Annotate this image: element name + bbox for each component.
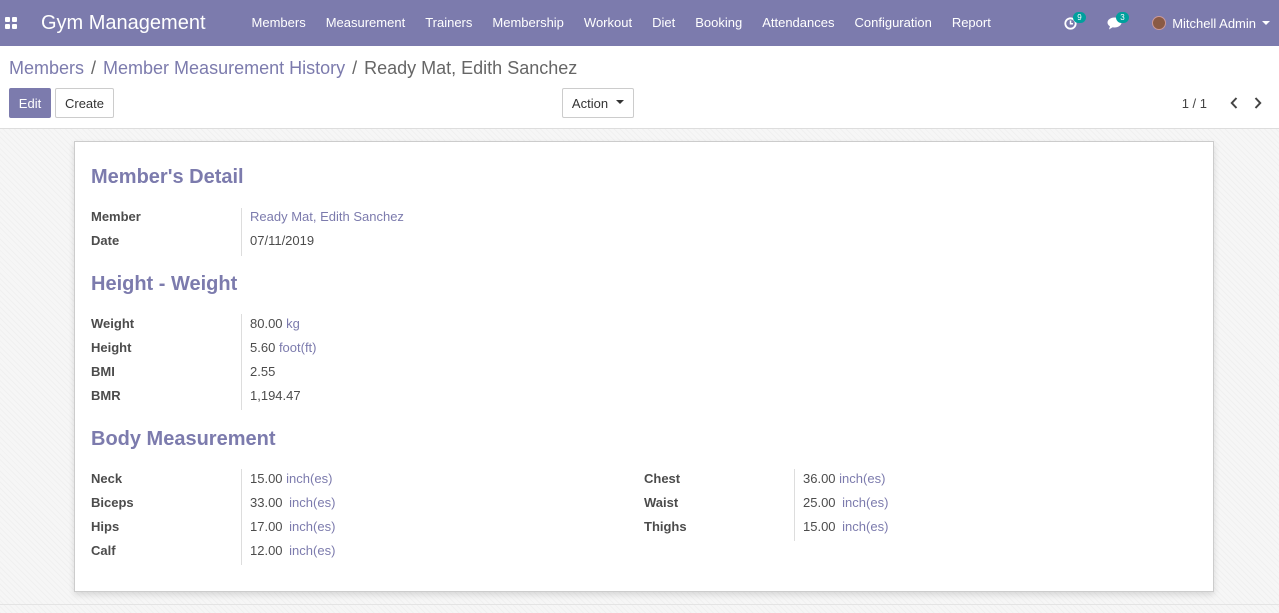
bmr-label: BMR	[91, 388, 121, 403]
section-title-members-detail: Member's Detail	[91, 166, 244, 188]
menu-item-report[interactable]: Report	[942, 0, 1001, 46]
action-dropdown[interactable]: Action	[562, 88, 634, 118]
pager: 1 / 1	[1182, 94, 1267, 112]
hips-value: 17.00	[250, 519, 283, 534]
weight-label: Weight	[91, 316, 135, 331]
thighs-unit-link[interactable]: inch(es)	[842, 519, 888, 534]
height-value: 5.60	[250, 340, 276, 355]
biceps-value: 33.00	[250, 495, 283, 510]
breadcrumb-members[interactable]: Members	[9, 58, 84, 79]
menu-item-members[interactable]: Members	[242, 0, 316, 46]
calf-unit-link[interactable]: inch(es)	[289, 543, 335, 558]
waist-label: Waist	[644, 495, 679, 510]
weight-unit-link[interactable]: kg	[286, 316, 300, 331]
breadcrumb-current: Ready Mat, Edith Sanchez	[364, 58, 578, 78]
pager-next-button[interactable]	[1249, 94, 1267, 112]
biceps-unit-link[interactable]: inch(es)	[289, 495, 335, 510]
member-link[interactable]: Ready Mat, Edith Sanchez	[250, 209, 404, 224]
bmi-label: BMI	[91, 364, 115, 379]
height-unit-link[interactable]: foot(ft)	[279, 340, 317, 355]
neck-field: 15.00 inch(es)	[250, 471, 332, 486]
section-title-body-measurement: Body Measurement	[91, 428, 276, 450]
menu-item-configuration[interactable]: Configuration	[844, 0, 941, 46]
thighs-field: 15.00 inch(es)	[803, 519, 888, 534]
calf-value: 12.00	[250, 543, 283, 558]
create-button[interactable]: Create	[55, 88, 114, 118]
avatar	[1152, 16, 1167, 30]
weight-field: 80.00 kg	[250, 316, 300, 331]
bmi-value: 2.55	[250, 364, 276, 379]
chevron-right-icon	[1254, 97, 1262, 109]
breadcrumb: Members / Member Measurement History / R…	[9, 58, 577, 79]
main-menu: Members Measurement Trainers Membership …	[242, 0, 1001, 46]
activity-badge: 9	[1073, 12, 1086, 23]
chevron-left-icon	[1230, 97, 1238, 109]
messages-button[interactable]: 3	[1107, 0, 1129, 46]
calf-field: 12.00 inch(es)	[250, 543, 335, 558]
top-navbar: Gym Management Members Measurement Train…	[0, 0, 1279, 46]
biceps-label: Biceps	[91, 495, 134, 510]
neck-label: Neck	[91, 471, 123, 486]
neck-value: 15.00	[250, 471, 283, 486]
chest-label: Chest	[644, 471, 681, 486]
menu-item-measurement[interactable]: Measurement	[316, 0, 415, 46]
field-divider	[794, 469, 795, 541]
activity-button[interactable]: 9	[1064, 0, 1086, 46]
chest-value: 36.00	[803, 471, 836, 486]
edit-button[interactable]: Edit	[9, 88, 51, 118]
chest-unit-link[interactable]: inch(es)	[839, 471, 885, 486]
field-divider	[241, 469, 242, 565]
biceps-field: 33.00 inch(es)	[250, 495, 335, 510]
chest-field: 36.00 inch(es)	[803, 471, 885, 486]
member-label: Member	[91, 209, 141, 224]
calf-label: Calf	[91, 543, 116, 558]
menu-item-booking[interactable]: Booking	[685, 0, 752, 46]
height-field: 5.60 foot(ft)	[250, 340, 317, 355]
messages-badge: 3	[1116, 12, 1129, 23]
menu-item-diet[interactable]: Diet	[642, 0, 685, 46]
menu-item-trainers[interactable]: Trainers	[415, 0, 482, 46]
hips-label: Hips	[91, 519, 120, 534]
breadcrumb-separator: /	[352, 58, 358, 78]
date-value: 07/11/2019	[250, 233, 315, 248]
breadcrumb-separator: /	[91, 58, 97, 78]
hips-unit-link[interactable]: inch(es)	[289, 519, 335, 534]
pager-value[interactable]: 1 / 1	[1182, 96, 1207, 111]
waist-unit-link[interactable]: inch(es)	[842, 495, 888, 510]
menu-item-workout[interactable]: Workout	[574, 0, 642, 46]
menu-item-membership[interactable]: Membership	[482, 0, 574, 46]
form-sheet: Member's Detail Member Ready Mat, Edith …	[74, 141, 1214, 592]
waist-value: 25.00	[803, 495, 836, 510]
chevron-down-icon	[1262, 21, 1270, 25]
date-label: Date	[91, 233, 120, 248]
neck-unit-link[interactable]: inch(es)	[286, 471, 332, 486]
pager-previous-button[interactable]	[1225, 94, 1243, 112]
thighs-label: Thighs	[644, 519, 687, 534]
breadcrumb-measurement-history[interactable]: Member Measurement History	[103, 58, 345, 79]
systray: 9 3 Mitchell Admin	[1064, 0, 1279, 46]
app-title[interactable]: Gym Management	[41, 12, 206, 35]
section-title-height-weight: Height - Weight	[91, 273, 238, 295]
height-label: Height	[91, 340, 132, 355]
action-label: Action	[571, 95, 609, 111]
field-divider	[241, 208, 242, 256]
bmr-value: 1,194.47	[250, 388, 301, 403]
user-name: Mitchell Admin	[1172, 15, 1256, 31]
user-menu[interactable]: Mitchell Admin	[1152, 16, 1270, 31]
weight-value: 80.00	[250, 316, 283, 331]
menu-item-attendances[interactable]: Attendances	[752, 0, 844, 46]
field-divider	[241, 314, 242, 410]
apps-icon[interactable]	[2, 0, 20, 46]
chevron-down-icon	[616, 99, 625, 104]
hips-field: 17.00 inch(es)	[250, 519, 335, 534]
bottom-divider	[0, 604, 1279, 605]
waist-field: 25.00 inch(es)	[803, 495, 888, 510]
thighs-value: 15.00	[803, 519, 836, 534]
